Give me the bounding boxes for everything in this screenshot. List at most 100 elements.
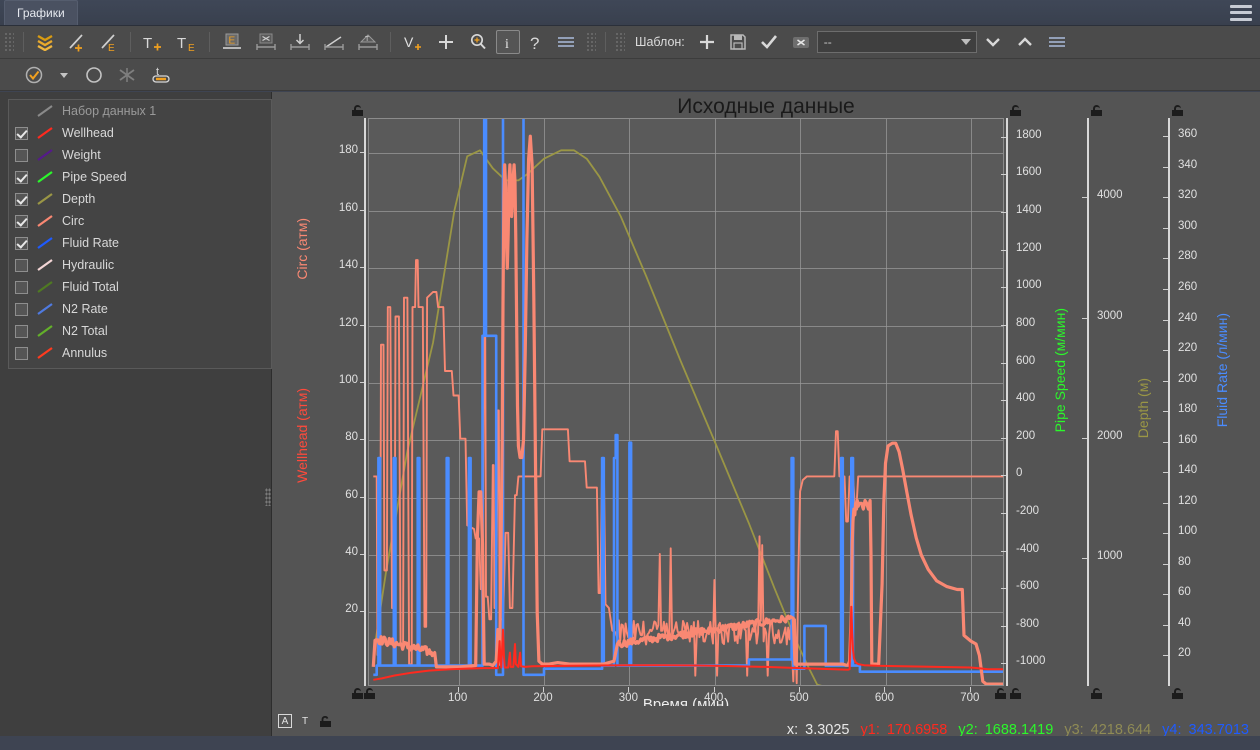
y3-axis-lock-icon-bottom[interactable]	[1091, 688, 1102, 699]
series-color-swatch	[36, 280, 54, 294]
x-tick	[628, 687, 630, 692]
drop-to-axis-icon[interactable]	[285, 30, 315, 54]
y4-tick	[1163, 166, 1168, 168]
delete-marker-icon[interactable]	[251, 30, 281, 54]
time-shift-icon[interactable]: t	[146, 63, 176, 87]
template-menu-button[interactable]	[1043, 30, 1071, 54]
toolbar-separator	[23, 32, 24, 52]
series-row[interactable]: Depth	[9, 188, 271, 210]
template-toolbar-grip[interactable]	[615, 32, 625, 52]
plot-grid[interactable]: ПРЕВЬЮ ОР 2022 Версия от 14 ноября	[368, 118, 1004, 686]
series-row[interactable]: N2 Total	[9, 320, 271, 342]
series-checkbox[interactable]	[15, 280, 28, 294]
chevron-down-icon	[960, 39, 971, 45]
series-checkbox[interactable]	[15, 324, 28, 338]
distance-measure-icon[interactable]: T	[353, 30, 383, 54]
series-checkbox[interactable]	[15, 236, 28, 250]
series-row[interactable]: Fluid Total	[9, 276, 271, 298]
series-row[interactable]: Circ	[9, 210, 271, 232]
toolbar-separator	[209, 32, 210, 52]
series-checkbox[interactable]	[15, 192, 28, 206]
more-menu-icon[interactable]	[552, 30, 580, 54]
add-item-icon[interactable]	[432, 30, 460, 54]
edit-line-icon[interactable]: E	[95, 30, 123, 54]
toolbar-grip[interactable]	[4, 32, 14, 52]
series-checkbox[interactable]	[15, 126, 28, 140]
dataset-group-header[interactable]: Набор данных 1	[9, 100, 271, 122]
y3-tick	[1082, 558, 1087, 560]
y4-axis-title: Fluid Rate (л/мин)	[1214, 313, 1230, 428]
y1-axis-lock-icon[interactable]	[352, 105, 363, 116]
select-dropdown-icon[interactable]	[52, 63, 76, 87]
series-row[interactable]: Weight	[9, 144, 271, 166]
y1-tick-label: 80	[345, 431, 358, 444]
template-combo[interactable]: --	[816, 31, 977, 53]
y2-tick	[1001, 324, 1006, 326]
y2-tick-label: -600	[1016, 580, 1040, 593]
edit-label-icon[interactable]: E	[217, 30, 247, 54]
add-vertical-cursor-icon[interactable]: V	[398, 30, 428, 54]
template-save-button[interactable]	[725, 30, 751, 54]
series-color-swatch	[36, 324, 54, 338]
panel-splitter[interactable]	[265, 488, 271, 506]
series-checkbox[interactable]	[15, 170, 28, 184]
series-checkbox[interactable]	[15, 346, 28, 360]
y4-axis-lock-icon[interactable]	[1172, 105, 1183, 116]
window-tab-graphs[interactable]: Графики	[4, 0, 78, 25]
template-apply-button[interactable]	[755, 30, 783, 54]
circle-select-icon[interactable]	[80, 63, 108, 87]
template-clear-button[interactable]	[787, 30, 815, 54]
y3-tick	[1082, 317, 1087, 319]
series-label: Circ	[62, 214, 85, 228]
series-label: Annulus	[62, 346, 108, 360]
y4-tick-label: 320	[1178, 189, 1198, 202]
angle-measure-icon[interactable]	[319, 30, 349, 54]
y4-tick-label: 340	[1178, 158, 1198, 171]
toolbar-grip[interactable]	[586, 32, 596, 52]
info-icon[interactable]: i	[496, 30, 520, 54]
series-checkbox[interactable]	[15, 148, 28, 162]
x-tick	[543, 687, 544, 692]
series-checkbox[interactable]	[15, 258, 28, 272]
series-row[interactable]: Hydraulic	[9, 254, 271, 276]
zoom-icon[interactable]	[464, 30, 492, 54]
autoscale-button[interactable]: A	[278, 714, 292, 728]
y2-axis-lock-icon[interactable]	[1010, 105, 1021, 116]
y4-axis-lock-icon-bottom[interactable]	[1172, 688, 1183, 699]
y4-tick-label: 140	[1178, 464, 1198, 477]
template-add-button[interactable]	[693, 30, 721, 54]
select-mode-icon[interactable]	[20, 63, 48, 87]
trim-icon[interactable]	[112, 63, 142, 87]
edit-text-icon[interactable]: T E	[172, 30, 202, 54]
series-checkbox[interactable]	[15, 214, 28, 228]
svg-text:i: i	[505, 37, 509, 51]
hamburger-menu-icon[interactable]	[1230, 4, 1252, 21]
series-row[interactable]: Annulus	[9, 342, 271, 364]
series-checkbox[interactable]	[15, 302, 28, 316]
graphs-window: Графики E T T E E T V i ? Шаблон: -- t Н…	[0, 0, 1260, 750]
add-text-icon[interactable]: T	[138, 30, 168, 54]
series-row[interactable]: Wellhead	[9, 122, 271, 144]
y4-tick-label: 80	[1178, 555, 1191, 568]
template-next-button[interactable]	[979, 30, 1007, 54]
series-row[interactable]: Fluid Rate	[9, 232, 271, 254]
template-prev-button[interactable]	[1011, 30, 1039, 54]
y2-axis-lock-icon-bottom[interactable]	[1010, 688, 1021, 699]
y4-tick-label: 300	[1178, 219, 1198, 232]
lock-button[interactable]	[318, 714, 332, 728]
series-row[interactable]: N2 Rate	[9, 298, 271, 320]
y1-axis-title: Wellhead (атм)	[294, 388, 310, 483]
y1-axis-lock-icon-bottom[interactable]	[352, 688, 363, 699]
y3-axis-lock-icon[interactable]	[1091, 105, 1102, 116]
y4-tick-label: 360	[1178, 128, 1198, 141]
add-line-icon[interactable]	[63, 30, 91, 54]
svg-text:T: T	[143, 35, 152, 52]
text-button[interactable]: T	[298, 714, 312, 728]
y3-tick-label: 4000	[1097, 189, 1123, 202]
help-icon[interactable]: ?	[524, 30, 548, 54]
collapse-all-icon[interactable]	[31, 30, 59, 54]
y4-tick	[1163, 289, 1168, 290]
y3-tick	[1082, 197, 1087, 199]
series-row[interactable]: Pipe Speed	[9, 166, 271, 188]
y1-tick-label: 40	[345, 546, 358, 559]
